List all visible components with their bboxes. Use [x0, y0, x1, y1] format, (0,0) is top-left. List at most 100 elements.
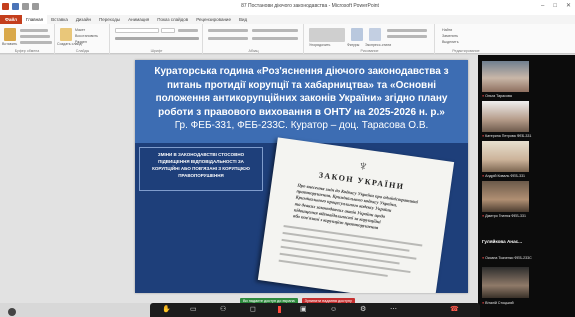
arrange-button[interactable]: Упорядочить: [309, 43, 330, 47]
hand-icon[interactable]: ✋: [162, 306, 171, 314]
slide-title-line: питань протидії корупції та хабарництва»…: [166, 79, 437, 91]
title-bar: 87 Постанови діючого законодавства - Mic…: [0, 0, 575, 15]
participant-name: ● Андрій Коваль ФЕБ-331: [482, 173, 564, 179]
text-direction-buttons[interactable]: [252, 29, 298, 32]
font-name-select[interactable]: [115, 28, 159, 33]
participant-video[interactable]: [482, 61, 529, 92]
list-buttons[interactable]: [208, 29, 248, 32]
slide-caption: Зміни в законодавстві стосовно підвищенн…: [139, 147, 263, 191]
undo-icon[interactable]: [22, 3, 29, 10]
close-button[interactable]: ✕: [566, 3, 571, 10]
clipboard-group: Вставить Буфер обмена: [0, 24, 55, 54]
arrange-icon[interactable]: [351, 28, 363, 41]
redo-icon[interactable]: [32, 3, 39, 10]
slide-title-line: положення антикорупційних законів Україн…: [155, 93, 448, 104]
self-view-icon[interactable]: [8, 308, 16, 316]
participant-name: ● Ольга Тарасова: [482, 93, 564, 99]
settings-icon[interactable]: ⚙: [360, 306, 366, 314]
reactions-icon[interactable]: ☺: [330, 306, 337, 314]
minimize-button[interactable]: –: [541, 3, 544, 10]
copy-button[interactable]: [20, 35, 50, 38]
slide-image-area: Зміни в законодавстві стосовно підвищенн…: [135, 137, 468, 293]
layout-button[interactable]: Макет: [75, 28, 85, 32]
save-icon[interactable]: [12, 3, 19, 10]
grow-shrink-font-buttons[interactable]: [178, 29, 198, 32]
slide-canvas[interactable]: Кураторська година «Роз'яснення діючого …: [135, 60, 468, 293]
new-slide-icon[interactable]: [60, 28, 72, 41]
drawing-group-label: Рисование: [360, 49, 379, 53]
participant-name-text: Катерина Петрова ФЕБ-331: [485, 134, 532, 138]
meeting-toolbar: ✋ ▭ ⚇ ◻ ▣ ☺ ⚙ ⋯ ☎: [150, 303, 480, 317]
participant-name: ● Дмитро Гнатюк ФЕБ-331: [482, 213, 564, 219]
more-icon[interactable]: ⋯: [390, 306, 397, 314]
participant-video[interactable]: [482, 101, 529, 132]
shapes-gallery[interactable]: [309, 28, 345, 42]
maximize-button[interactable]: □: [553, 3, 557, 10]
paragraph-group: Абзац: [204, 24, 304, 54]
participant-video[interactable]: [482, 181, 529, 212]
participant-video[interactable]: [482, 267, 529, 298]
replace-button[interactable]: Заменить: [442, 34, 458, 38]
cut-button[interactable]: [20, 29, 48, 32]
tab-file[interactable]: Файл: [0, 15, 22, 24]
participant-name-text: Ольга Тарасова: [485, 94, 512, 98]
leave-icon[interactable]: ☎: [450, 306, 459, 314]
powerpoint-logo-icon: [2, 3, 9, 10]
font-group: Шрифт: [111, 24, 203, 54]
section-button[interactable]: Раздел: [75, 40, 87, 44]
speaker-name: Гуляйкова Анас...: [482, 239, 523, 244]
tab-transitions[interactable]: Переходы: [95, 15, 124, 24]
participant-name: ● Катерина Петрова ФЕБ-331: [482, 133, 564, 139]
ribbon-tabs: Файл Главная Вставка Дизайн Переходы Ани…: [0, 15, 575, 24]
window-title: 87 Постанови діючого законодавства - Mic…: [241, 3, 379, 9]
quick-styles-button[interactable]: Экспресс-стили: [365, 43, 391, 47]
tab-review[interactable]: Рецензирование: [192, 15, 235, 24]
quick-access-toolbar: [2, 3, 39, 10]
slide-title-box[interactable]: Кураторська година «Роз'яснення діючого …: [135, 60, 468, 143]
slide-subtitle: Гр. ФЕБ-331, ФЕБ-233С. Куратор – доц. Та…: [174, 120, 429, 131]
tab-home[interactable]: Главная: [21, 15, 48, 24]
law-document-image: ♆ ЗАКОН УКРАЇНИ Про внесення змін до Код…: [257, 137, 455, 293]
font-group-label: Шрифт: [150, 49, 163, 53]
participant-name-text: Віталій Стоцький: [485, 301, 514, 305]
ribbon: Вставить Буфер обмена Создать слайд Маке…: [0, 24, 575, 54]
participant-name: ● Оксана Ткаченко ФЕБ-233С: [482, 255, 564, 261]
font-size-select[interactable]: [161, 28, 175, 33]
smartart-button[interactable]: [252, 37, 298, 40]
tab-view[interactable]: Вид: [235, 15, 251, 24]
reset-button[interactable]: Восстановить: [75, 34, 98, 38]
camera-icon[interactable]: ▭: [190, 306, 197, 314]
find-button[interactable]: Найти: [442, 28, 452, 32]
tab-animations[interactable]: Анимация: [124, 15, 153, 24]
slides-group: Создать слайд Макет Восстановить Раздел …: [56, 24, 110, 54]
shape-fill-button[interactable]: [387, 29, 427, 32]
participants-icon[interactable]: ⚇: [220, 306, 226, 314]
paste-button-label: Вставить: [2, 42, 18, 46]
tab-insert[interactable]: Вставка: [47, 15, 72, 24]
format-painter-button[interactable]: [20, 41, 52, 44]
slide-title-line: Кураторська година «Роз'яснення діючого …: [154, 66, 449, 77]
participant-name-text: Дмитро Гнатюк ФЕБ-331: [485, 214, 526, 218]
slides-group-label: Слайды: [75, 49, 90, 53]
shape-outline-button[interactable]: [387, 35, 427, 38]
editing-group-label: Редактирование: [452, 49, 480, 53]
recording-indicator-icon: [278, 306, 281, 313]
participant-name-text: Андрій Коваль ФЕБ-331: [485, 174, 526, 178]
paste-icon[interactable]: [4, 28, 16, 41]
share-icon[interactable]: ▣: [300, 306, 307, 314]
tab-slideshow[interactable]: Показ слайдов: [153, 15, 192, 24]
editing-group: Найти Заменить Выделить Редактирование: [436, 24, 496, 54]
tab-design[interactable]: Дизайн: [72, 15, 95, 24]
participant-video[interactable]: [482, 141, 529, 172]
participant-name: ● Віталій Стоцький: [482, 300, 564, 306]
drawing-group: Фигуры Упорядочить Экспресс-стили Рисова…: [305, 24, 435, 54]
trident-emblem-icon: ♆: [356, 156, 370, 175]
font-format-buttons[interactable]: [115, 37, 199, 40]
participant-name-text: Оксана Ткаченко ФЕБ-233С: [485, 256, 532, 260]
chat-icon[interactable]: ◻: [250, 306, 256, 314]
quick-styles-icon[interactable]: [369, 28, 381, 41]
slide-workspace: Кураторська година «Роз'яснення діючого …: [0, 55, 478, 303]
select-button[interactable]: Выделить: [442, 40, 459, 44]
shapes-button[interactable]: Фигуры: [347, 43, 359, 47]
alignment-buttons[interactable]: [208, 37, 248, 40]
